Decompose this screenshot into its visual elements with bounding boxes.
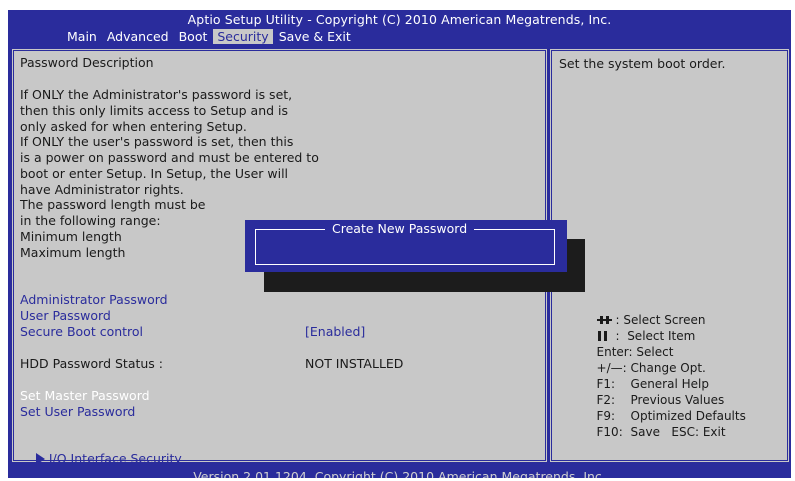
description-line: have Administrator rights. bbox=[20, 182, 184, 197]
description-line: Minimum length bbox=[20, 229, 122, 244]
tab-save-exit[interactable]: Save & Exit bbox=[275, 29, 355, 44]
tab-boot[interactable]: Boot bbox=[175, 29, 212, 44]
create-password-dialog: Create New Password bbox=[245, 220, 567, 272]
key-row: F10: Save ESC: Exit bbox=[566, 411, 726, 453]
tab-security[interactable]: Security bbox=[213, 29, 273, 44]
secure-boot-control-value[interactable]: [Enabled] bbox=[305, 324, 365, 339]
description-line: only asked for when entering Setup. bbox=[20, 119, 247, 134]
user-password-item[interactable]: User Password bbox=[20, 308, 111, 323]
key-name: F10: bbox=[596, 425, 623, 439]
secure-boot-control-item[interactable]: Secure Boot control bbox=[20, 324, 143, 339]
new-password-input[interactable] bbox=[259, 234, 549, 260]
set-master-password-item[interactable]: Set Master Password bbox=[20, 388, 150, 403]
administrator-password-item[interactable]: Administrator Password bbox=[20, 292, 168, 307]
submenu-arrow-icon bbox=[35, 453, 45, 465]
description-line: If ONLY the Administrator's password is … bbox=[20, 87, 293, 102]
description-line: in the following range: bbox=[20, 213, 161, 228]
description-line: is a power on password and must be enter… bbox=[20, 150, 319, 165]
version-footer: Version 2.01.1204. Copyright (C) 2010 Am… bbox=[193, 469, 606, 478]
menu-tabs: Main Advanced Boot Security Save & Exit bbox=[63, 29, 357, 44]
io-interface-security-label: I/O Interface Security bbox=[48, 451, 182, 466]
description-line: then this only limits access to Setup an… bbox=[20, 103, 289, 118]
description-line: If ONLY the user's password is set, then… bbox=[20, 134, 294, 149]
description-line: boot or enter Setup. In Setup, the User … bbox=[20, 166, 289, 181]
set-user-password-item[interactable]: Set User Password bbox=[20, 404, 135, 419]
hdd-password-status-label: HDD Password Status : bbox=[20, 356, 163, 371]
section-heading: Password Description bbox=[20, 55, 154, 70]
help-text: Set the system boot order. bbox=[559, 56, 726, 71]
description-line: The password length must be bbox=[20, 197, 206, 212]
tab-advanced[interactable]: Advanced bbox=[103, 29, 173, 44]
tab-main[interactable]: Main bbox=[63, 29, 101, 44]
key-description: Save ESC: Exit bbox=[630, 425, 726, 439]
hdd-password-status-value: NOT INSTALLED bbox=[305, 356, 404, 371]
window-title: Aptio Setup Utility - Copyright (C) 2010… bbox=[187, 12, 612, 27]
description-line: Maximum length bbox=[20, 245, 126, 260]
